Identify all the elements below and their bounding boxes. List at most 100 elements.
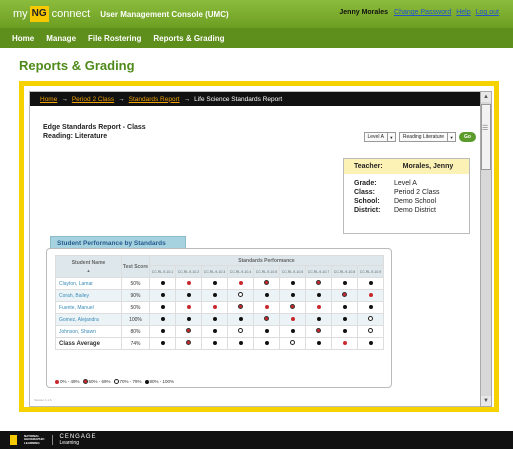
black-dot-icon xyxy=(342,316,347,321)
standard-cell xyxy=(175,301,202,314)
red-ring-dot-icon xyxy=(186,328,191,333)
nav-reports-grading[interactable]: Reports & Grading xyxy=(153,34,224,43)
open-circle-icon xyxy=(113,379,119,384)
top-bar: my NG connect User Management Console (U… xyxy=(0,0,513,28)
performance-table: Student Name ▲ Test Score Standards Perf… xyxy=(55,255,384,350)
red-dot-icon xyxy=(212,304,217,309)
standard-cell xyxy=(253,301,280,314)
teacher-value: Morales, Jenny xyxy=(402,163,454,170)
legend-label: 80% - 100% xyxy=(149,379,175,384)
standard-cell xyxy=(201,289,228,302)
black-dot-icon xyxy=(238,316,243,321)
standard-cell xyxy=(175,325,202,338)
table-row: Johnson, Shawn 80% xyxy=(55,325,384,338)
black-dot-icon xyxy=(186,316,191,321)
level-select[interactable]: Level A ▼ xyxy=(363,132,396,142)
user-name: Jenny Morales xyxy=(339,9,389,16)
report-title: Edge Standards Report - Class Reading: L… xyxy=(43,123,146,141)
scroll-up-icon[interactable]: ▲ xyxy=(481,92,491,102)
logout-link[interactable]: Log out xyxy=(476,9,499,16)
go-button[interactable]: Go xyxy=(459,132,476,142)
black-dot-icon xyxy=(368,304,373,309)
arrow-right-icon: → xyxy=(183,95,191,103)
standard-cell xyxy=(279,337,306,350)
col-student-header[interactable]: Student Name ▲ xyxy=(55,255,122,278)
student-name-link[interactable]: Johnson, Shawn xyxy=(55,325,122,338)
open-circle-icon xyxy=(368,316,373,321)
subject-select[interactable]: Reading Literature ▼ xyxy=(398,132,457,142)
legend-item: 80% - 100% xyxy=(144,379,175,384)
red-ring-dot-icon xyxy=(186,340,191,345)
black-dot-icon xyxy=(186,292,191,297)
standard-cell xyxy=(253,313,280,326)
red-ring-dot-icon xyxy=(316,328,321,333)
report-title-line1: Edge Standards Report - Class xyxy=(43,124,146,131)
student-name-link[interactable]: Gomez, Alejandra xyxy=(55,313,122,326)
black-dot-icon xyxy=(316,316,321,321)
help-link[interactable]: Help xyxy=(456,9,470,16)
arrow-right-icon: → xyxy=(118,95,125,103)
table-row: Gomez, Alejandra 100% xyxy=(55,313,384,326)
class-label: Class: xyxy=(354,189,376,196)
red-ring-dot-icon xyxy=(264,316,269,321)
learning-text: Learning xyxy=(59,440,79,446)
change-password-link[interactable]: Change Password xyxy=(394,9,451,16)
standard-cell xyxy=(149,325,176,338)
resize-grip-icon[interactable]: ☰ xyxy=(482,124,488,136)
breadcrumb-home[interactable]: Home xyxy=(40,96,57,103)
arrow-right-icon: → xyxy=(61,95,68,103)
report-viewport: Home → Period 2 Class → Standards Report… xyxy=(29,91,486,407)
black-dot-icon xyxy=(212,280,217,285)
standard-cell xyxy=(227,301,254,314)
standard-column-header: CC.RL.9-10.5 xyxy=(253,265,280,278)
col-student-label: Student Name xyxy=(71,260,106,266)
black-dot-icon xyxy=(316,292,321,297)
student-name-link[interactable]: Corah, Bailey xyxy=(55,289,122,302)
legend: 0% - 49% 50% - 69% 70% - 79% 80% - 100% xyxy=(55,379,174,384)
standard-cell xyxy=(201,337,228,350)
nav-manage[interactable]: Manage xyxy=(46,34,76,43)
red-dot-icon xyxy=(368,292,373,297)
standard-cell xyxy=(279,289,306,302)
black-dot-icon xyxy=(160,328,165,333)
logo-connect: connect xyxy=(51,8,91,20)
teacher-label: Teacher: xyxy=(354,163,383,170)
chevron-down-icon: ▼ xyxy=(386,133,395,141)
test-score: 50% xyxy=(121,301,150,314)
black-dot-icon xyxy=(238,340,243,345)
col-standards-header: Standards Performance xyxy=(149,255,384,266)
standard-cell xyxy=(305,325,332,338)
student-name-link[interactable]: Clayton, Lamar xyxy=(55,277,122,290)
standard-cell xyxy=(357,337,384,350)
standard-cell xyxy=(227,325,254,338)
standard-cell xyxy=(253,289,280,302)
nav-home[interactable]: Home xyxy=(12,34,34,43)
sort-asc-icon[interactable]: ▲ xyxy=(56,268,121,273)
standard-cell xyxy=(253,277,280,290)
myngconnect-logo[interactable]: my NG connect xyxy=(13,6,90,22)
standard-cell xyxy=(331,313,358,326)
test-score: 90% xyxy=(121,289,150,302)
standard-cell xyxy=(279,313,306,326)
standard-cell xyxy=(357,277,384,290)
scroll-down-icon[interactable]: ▼ xyxy=(481,396,491,406)
breadcrumb-standards[interactable]: Standards Report xyxy=(129,96,180,103)
nav-file-rostering[interactable]: File Rostering xyxy=(88,34,141,43)
legend-item: 70% - 79% xyxy=(113,379,142,384)
standard-cell xyxy=(279,301,306,314)
class-average-label: Class Average xyxy=(55,337,122,350)
table-row: Class Average 74% xyxy=(55,337,384,350)
red-dot-icon xyxy=(238,280,243,285)
breadcrumb-class[interactable]: Period 2 Class xyxy=(72,96,114,103)
standard-cell xyxy=(149,277,176,290)
scroll-thumb[interactable] xyxy=(481,104,491,170)
standard-column-header: CC.RL.9-10.2 xyxy=(175,265,202,278)
logo-my: my xyxy=(13,8,28,20)
standard-cell xyxy=(175,337,202,350)
black-dot-icon xyxy=(160,340,165,345)
class-info-box: Teacher: Morales, Jenny Grade: Level A Cl… xyxy=(343,158,470,234)
student-name-link[interactable]: Fuente, Manuel xyxy=(55,301,122,314)
vertical-scrollbar[interactable]: ▲ ▼ xyxy=(480,91,492,407)
black-dot-icon xyxy=(212,316,217,321)
black-dot-icon xyxy=(368,340,373,345)
